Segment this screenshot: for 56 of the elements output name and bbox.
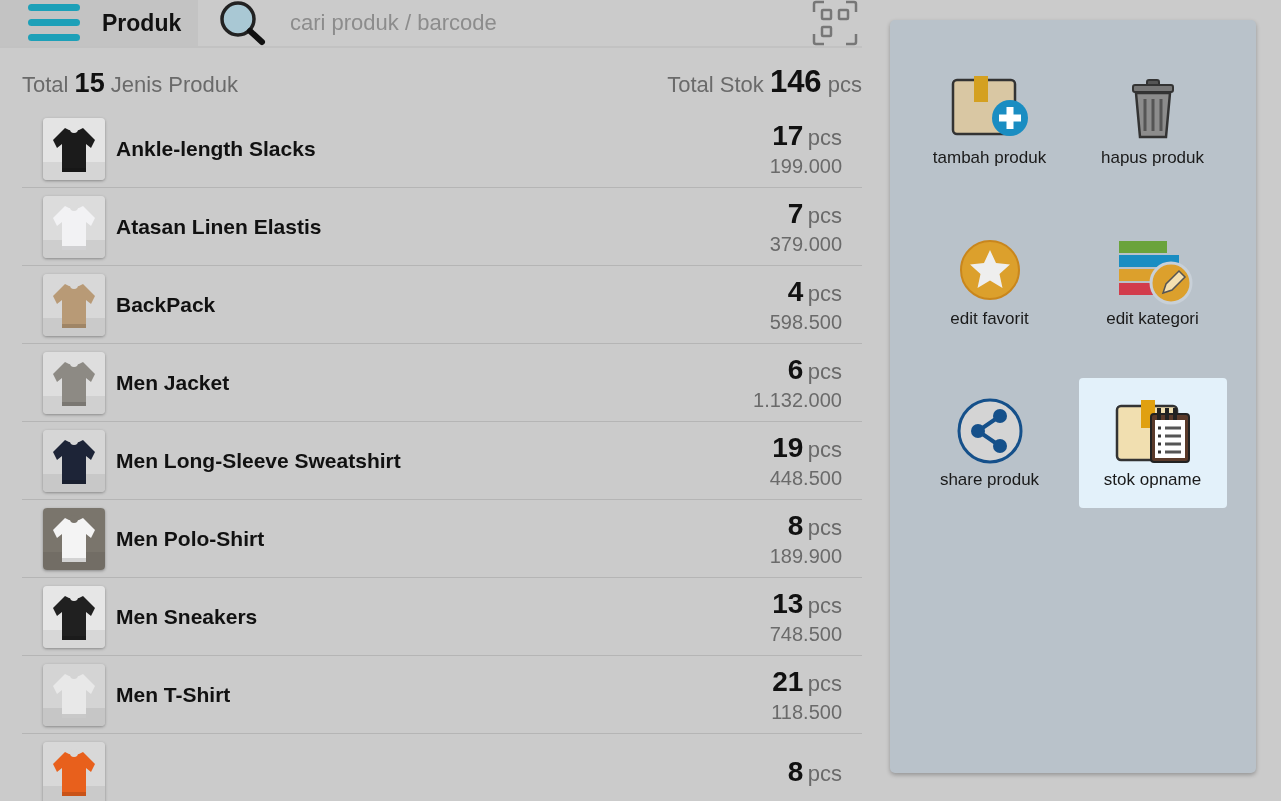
stock-quantity: 6 [787,353,804,385]
product-name: Ankle-length Slacks [116,136,317,161]
product-price: 598.500 [769,309,842,334]
product-row[interactable]: Men Polo-Shirt 8 pcs 189.900 [22,500,862,578]
product-price: 189.900 [769,543,842,568]
product-row[interactable]: Men Long-Sleeve Sweatshirt 19 pcs 448.500 [22,422,862,500]
action-tile[interactable]: share produk [915,378,1064,508]
stock-unit: pcs [807,592,842,618]
product-row[interactable]: Men T-Shirt 21 pcs 118.500 [22,656,862,734]
stock-unit: pcs [807,124,842,150]
product-row[interactable]: 8 pcs [22,734,862,801]
search-field[interactable]: cari produk / barcode [288,9,812,37]
stock-unit: pcs [807,670,842,696]
stock-quantity: 19 [772,431,804,463]
product-price: 448.500 [769,465,842,490]
stock-quantity: 17 [772,119,804,151]
stock-quantity: 8 [787,755,804,787]
product-row[interactable]: BackPack 4 pcs 598.500 [22,266,862,344]
stock-quantity: 21 [772,665,804,697]
product-price: 118.500 [771,699,842,724]
stock-total-text: Total Stok 146 pcs [667,64,862,100]
page-title: Produk [102,9,182,37]
menu-icon[interactable] [28,4,80,42]
product-name: Men Sneakers [116,604,259,629]
stock-unit: pcs [807,280,842,306]
product-name: Men Polo-Shirt [116,526,266,551]
product-name: BackPack [116,292,217,317]
product-row[interactable]: Ankle-length Slacks 17 pcs 199.000 [22,110,862,188]
product-price: 748.500 [769,621,842,646]
stock-unit: pcs [807,514,842,540]
action-tile[interactable]: hapus produk [1078,56,1227,186]
product-count-text: Total 15 Jenis Produk [22,68,238,99]
product-row[interactable]: Atasan Linen Elastis 7 pcs 379.000 [22,188,862,266]
stock-quantity: 7 [787,197,804,229]
stock-quantity: 8 [787,509,804,541]
stock-quantity: 4 [787,275,804,307]
product-row[interactable]: Men Jacket 6 pcs 1.132.000 [22,344,862,422]
stock-quantity: 13 [772,587,804,619]
product-name: Men Long-Sleeve Sweatshirt [116,448,402,473]
product-price: 1.132.000 [753,387,842,412]
stock-unit: pcs [807,358,842,384]
product-name: Atasan Linen Elastis [116,214,323,239]
stock-unit: pcs [807,436,842,462]
action-tile[interactable]: stok opname [1078,378,1227,508]
action-tile[interactable]: tambah produk [915,56,1064,186]
product-price: 379.000 [769,231,842,256]
action-tile[interactable]: edit kategori [1078,217,1227,347]
stock-unit: pcs [807,202,842,228]
search-icon [218,0,268,46]
product-name: Men T-Shirt [116,682,232,707]
product-name: Men Jacket [116,370,231,395]
stock-unit: pcs [807,760,842,786]
product-row[interactable]: Men Sneakers 13 pcs 748.500 [22,578,862,656]
product-price: 199.000 [769,153,842,178]
scan-icon[interactable] [812,0,858,46]
action-tile[interactable]: edit favorit [915,217,1064,347]
